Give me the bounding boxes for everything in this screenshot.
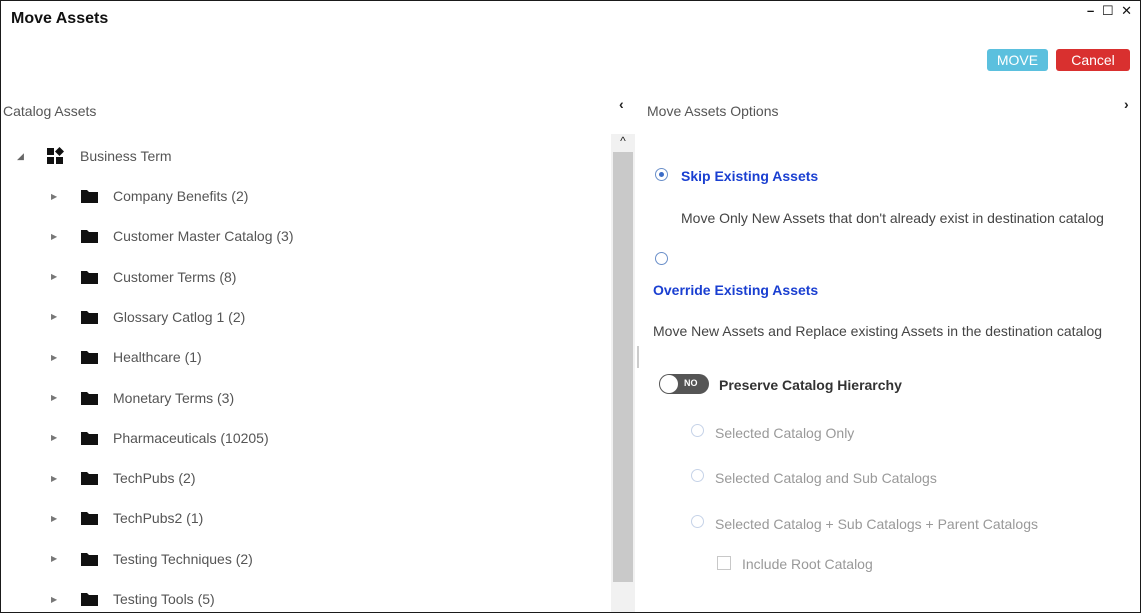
tree-node-label: Healthcare (1) [113, 349, 202, 366]
selected-catalog-sub-label: Selected Catalog and Sub Catalogs [715, 470, 937, 486]
tree-node-catalog[interactable]: ▶ Pharmaceuticals (10205) [51, 418, 269, 458]
folder-icon [81, 592, 98, 606]
tree-node-catalog[interactable]: ▶ Testing Techniques (2) [51, 539, 253, 579]
expand-arrow-icon[interactable]: ▶ [51, 433, 81, 442]
expand-arrow-icon[interactable]: ▶ [51, 272, 81, 281]
tree-node-label: Business Term [80, 148, 172, 164]
folder-icon [81, 431, 98, 445]
folder-icon [81, 270, 98, 284]
catalog-tree: ◢ Business Term ▶ Company Benefits (2) ▶ Cu… [1, 134, 611, 612]
expand-arrow-icon[interactable]: ▶ [51, 514, 81, 523]
folder-icon [81, 391, 98, 405]
scroll-up-icon[interactable]: ^ [611, 134, 635, 152]
scroll-thumb[interactable] [613, 152, 633, 582]
maximize-icon[interactable]: ☐ [1102, 3, 1116, 19]
expand-arrow-icon[interactable]: ▶ [51, 232, 81, 241]
tree-node-label: TechPubs (2) [113, 470, 196, 487]
selected-catalog-parent-radio[interactable] [691, 515, 704, 528]
business-term-icon [47, 147, 65, 165]
expand-arrow-icon[interactable]: ▶ [51, 393, 81, 402]
tree-scrollbar[interactable]: ^ [611, 134, 635, 612]
tree-node-catalog[interactable]: ▶ TechPubs (2) [51, 458, 195, 498]
folder-icon [81, 350, 98, 365]
expand-arrow-icon[interactable]: ▶ [51, 595, 81, 604]
expanded-arrow-icon[interactable]: ◢ [17, 151, 47, 162]
dialog-title: Move Assets [11, 10, 109, 27]
selected-catalog-sub-radio[interactable] [691, 469, 704, 482]
cancel-button[interactable]: Cancel [1056, 49, 1130, 71]
folder-icon [81, 552, 98, 566]
tree-node-label: Customer Master Catalog (3) [113, 228, 294, 245]
tree-node-catalog[interactable]: ▶ Healthcare (1) [51, 337, 202, 377]
move-assets-dialog: Move Assets – ☐ ✕ MOVE Cancel Catalog As… [0, 0, 1141, 613]
tree-node-business-term[interactable]: ◢ Business Term [17, 136, 172, 176]
tree-node-catalog[interactable]: ▶ TechPubs2 (1) [51, 498, 203, 538]
tree-node-label: Testing Tools (5) [113, 591, 215, 607]
tree-node-catalog[interactable]: ▶ Glossary Catlog 1 (2) [51, 297, 245, 337]
folder-icon [81, 310, 98, 324]
panel-splitter[interactable] [637, 346, 639, 368]
folder-icon [81, 229, 98, 244]
override-existing-label[interactable]: Override Existing Assets [653, 282, 818, 298]
tree-node-label: Glossary Catlog 1 (2) [113, 308, 246, 325]
expand-arrow-icon[interactable]: ▶ [51, 474, 81, 483]
tree-node-catalog[interactable]: ▶ Company Benefits (2) [51, 176, 248, 216]
skip-existing-description: Move Only New Assets that don't already … [681, 210, 1104, 226]
tree-node-catalog[interactable]: ▶ Customer Master Catalog (3) [51, 216, 294, 256]
tree-node-catalog[interactable]: ▶ Customer Terms (8) [51, 257, 236, 297]
selected-catalog-only-label: Selected Catalog Only [715, 425, 855, 441]
preserve-hierarchy-label: Preserve Catalog Hierarchy [719, 377, 902, 393]
tree-node-label: Monetary Terms (3) [113, 389, 235, 406]
minimize-icon[interactable]: – [1087, 3, 1096, 18]
window-controls: – ☐ ✕ [1087, 3, 1134, 19]
selected-catalog-parent-label: Selected Catalog + Sub Catalogs + Parent… [715, 516, 1038, 532]
skip-existing-label[interactable]: Skip Existing Assets [681, 168, 818, 184]
folder-icon [81, 511, 98, 526]
catalog-assets-header: Catalog Assets [3, 103, 97, 119]
toggle-state-text: NO [684, 378, 698, 388]
selected-catalog-only-radio[interactable] [691, 424, 704, 437]
expand-arrow-icon[interactable]: ▶ [51, 192, 81, 201]
tree-node-catalog[interactable]: ▶ Monetary Terms (3) [51, 378, 234, 418]
include-root-label: Include Root Catalog [742, 556, 873, 572]
override-existing-description: Move New Assets and Replace existing Ass… [653, 323, 1103, 339]
include-root-checkbox[interactable] [717, 556, 731, 570]
expand-arrow-icon[interactable]: ▶ [51, 353, 81, 362]
folder-icon [81, 189, 98, 203]
collapse-right-panel-icon[interactable]: › [1124, 96, 1129, 112]
expand-arrow-icon[interactable]: ▶ [51, 554, 81, 563]
collapse-left-panel-icon[interactable]: ‹ [619, 96, 624, 112]
tree-node-label: Pharmaceuticals (10205) [113, 429, 269, 446]
close-icon[interactable]: ✕ [1121, 3, 1134, 19]
tree-node-label: Company Benefits (2) [113, 188, 249, 204]
tree-node-label: TechPubs2 (1) [113, 510, 204, 527]
override-existing-radio[interactable] [655, 252, 668, 265]
expand-arrow-icon[interactable]: ▶ [51, 312, 81, 321]
preserve-hierarchy-toggle[interactable]: NO [659, 374, 709, 394]
move-button[interactable]: MOVE [987, 49, 1048, 71]
folder-icon [81, 471, 98, 486]
skip-existing-radio[interactable] [655, 168, 668, 181]
move-assets-options-header: Move Assets Options [647, 103, 779, 119]
tree-node-label: Customer Terms (8) [113, 268, 237, 285]
tree-node-label: Testing Techniques (2) [113, 550, 253, 567]
tree-node-catalog[interactable]: ▶ Testing Tools (5) [51, 579, 215, 612]
toggle-knob [660, 375, 678, 393]
